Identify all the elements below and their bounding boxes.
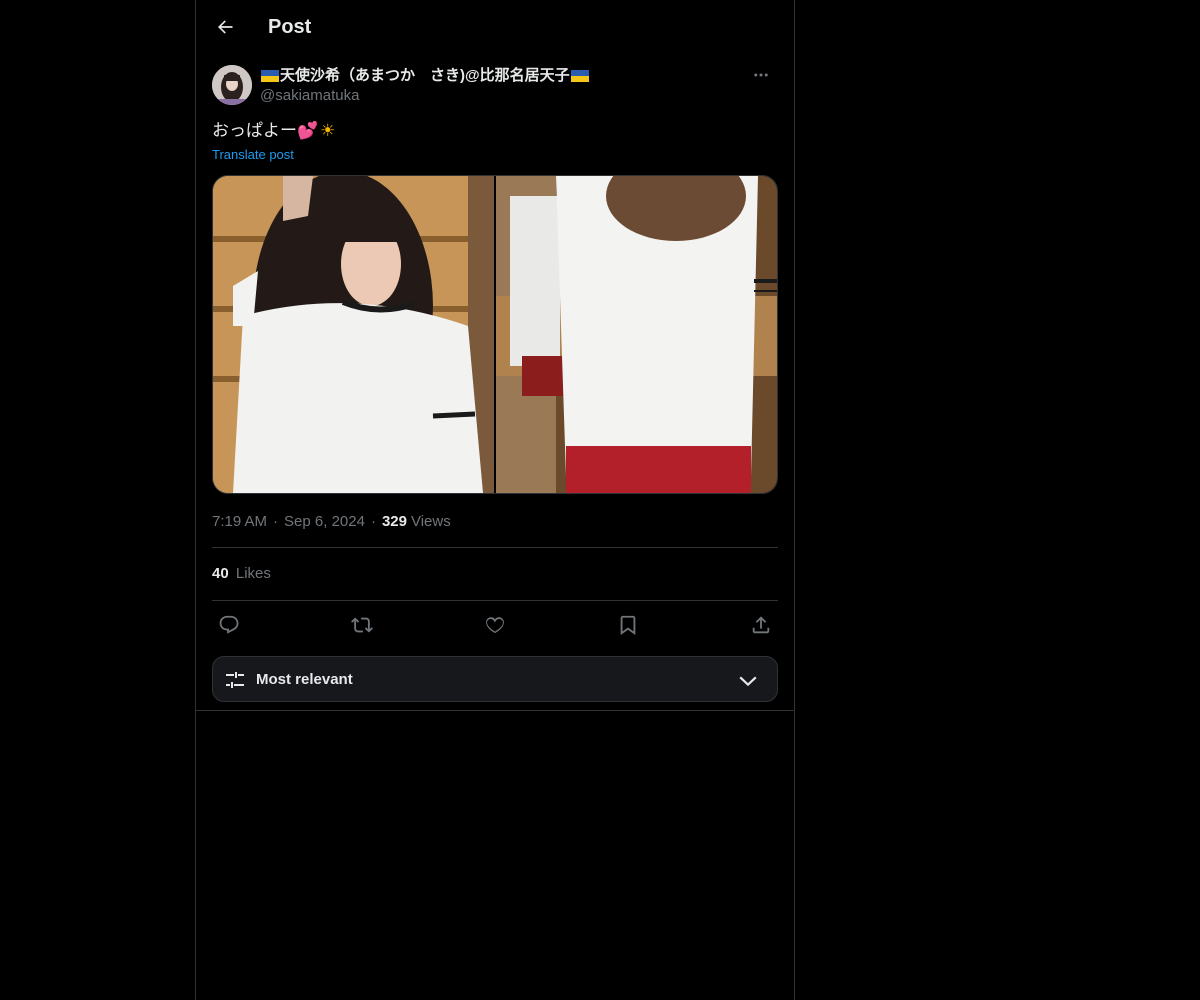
post-photo-2[interactable]: [496, 176, 777, 493]
translate-post-link[interactable]: Translate post: [212, 146, 294, 164]
meta-separator: ·: [273, 513, 279, 530]
sort-replies-dropdown[interactable]: Most relevant: [212, 656, 778, 702]
ukraine-flag-icon: [570, 70, 589, 82]
author-handle[interactable]: @sakiamatuka: [260, 86, 590, 106]
two-hearts-emoji: 💕: [297, 121, 319, 140]
ukraine-flag-icon: [261, 70, 279, 82]
divider: [196, 710, 794, 711]
chevron-down-icon: [739, 676, 757, 687]
arrow-left-icon: [218, 20, 233, 34]
author-display-name[interactable]: 天使沙希（あまつか さき)@比那名居天子: [260, 66, 590, 86]
repost-icon: [351, 617, 373, 633]
likes-label: Likes: [235, 565, 271, 582]
avatar[interactable]: [212, 65, 252, 105]
post-author: 天使沙希（あまつか さき)@比那名居天子 @sakiamatuka: [212, 64, 778, 108]
sun-emoji: ☀: [320, 121, 336, 140]
divider: [212, 547, 778, 548]
page-title: Post: [268, 16, 312, 38]
page-header: Post: [196, 0, 794, 54]
likes-count: 40: [212, 565, 229, 582]
post-actions: [212, 608, 778, 642]
sort-label: Most relevant: [256, 671, 353, 688]
meta-separator: ·: [370, 513, 376, 530]
post-date[interactable]: Sep 6, 2024: [284, 512, 365, 532]
post-photo-1[interactable]: [213, 176, 494, 493]
share-icon: [752, 616, 770, 634]
post-text: おっぱよー 💕 ☀: [212, 119, 335, 143]
post-media: [212, 175, 778, 494]
author-names: 天使沙希（あまつか さき)@比那名居天子 @sakiamatuka: [260, 66, 590, 106]
likes-stat[interactable]: 40 Likes: [212, 564, 271, 584]
reply-button[interactable]: [212, 608, 246, 642]
like-button[interactable]: [478, 608, 512, 642]
views-label: Views: [410, 513, 451, 530]
post-meta: 7:19 AM · Sep 6, 2024 · 329 Views: [212, 512, 451, 532]
sliders-icon: [226, 672, 244, 688]
views-count: 329: [381, 513, 407, 530]
bookmark-icon: [620, 615, 636, 636]
post-time[interactable]: 7:19 AM: [212, 512, 267, 532]
display-name-text: 天使沙希（あまつか さき)@比那名居天子: [280, 67, 570, 84]
share-button[interactable]: [744, 608, 778, 642]
more-options-button[interactable]: [744, 64, 778, 86]
reply-icon: [219, 615, 239, 634]
heart-icon: [486, 617, 504, 634]
more-icon: [754, 73, 768, 77]
divider: [212, 600, 778, 601]
bookmark-button[interactable]: [611, 608, 645, 642]
back-button[interactable]: [208, 10, 242, 44]
repost-button[interactable]: [345, 608, 379, 642]
post-column: Post 天使沙希（あまつか さき)@比那名居天子 @sakiamatuka お: [195, 0, 795, 1000]
post-text-body: おっぱよー: [212, 121, 297, 140]
